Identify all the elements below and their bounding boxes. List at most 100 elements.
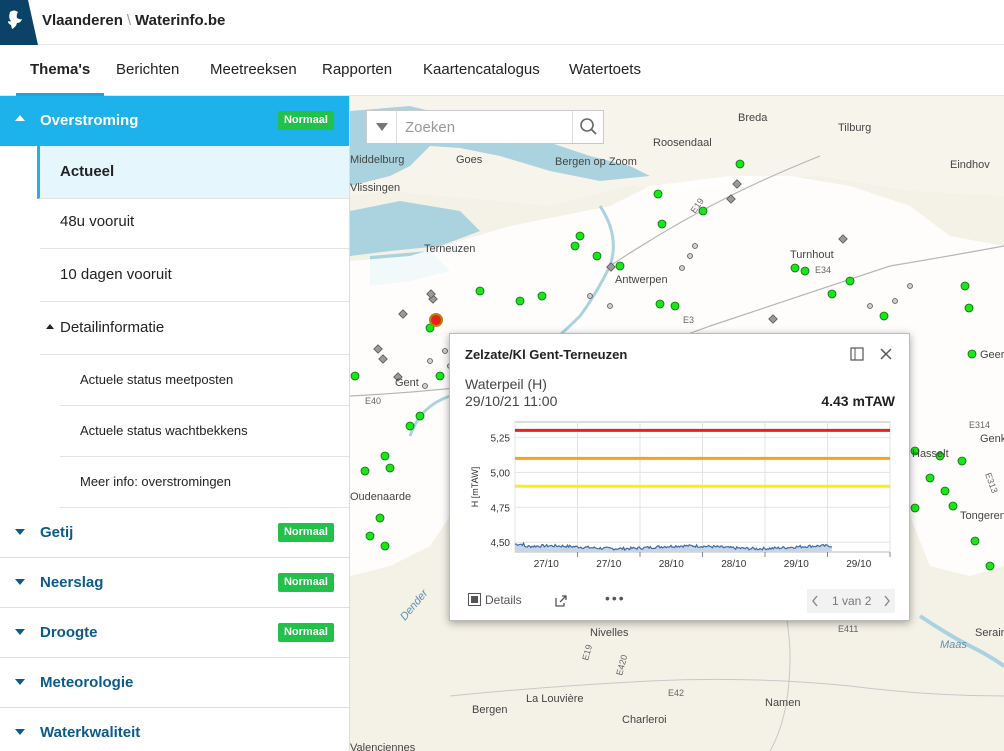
x-tick-label: 29/10 [784,559,809,570]
sidebar-item-48u-vooruit[interactable]: 48u vooruit [40,196,349,249]
tab-watertoets[interactable]: Watertoets [569,46,641,96]
x-tick-label: 29/10 [846,559,871,570]
popup-value: 4.43 mTAW [821,393,895,409]
popup-parameter: Waterpeil (H) [465,376,547,392]
status-badge: Normaal [277,523,334,542]
x-tick-label: 27/10 [596,559,621,570]
sidebar-item-status-wachtbekkens[interactable]: Actuele status wachtbekkens [60,406,349,457]
map-label-bergen-op-zoom: Bergen op Zoom [555,156,637,168]
caret-down-icon [15,629,25,635]
map-label-charleroi: Charleroi [622,714,667,726]
pager-text: 1 van 2 [832,594,872,608]
popup-footer: Details ••• 1 van 2 [465,589,895,613]
section-droogte[interactable]: Droogte Normaal [0,608,349,658]
section-label: Waterkwaliteit [40,724,141,741]
close-icon[interactable] [878,346,894,362]
road-label: E3 [683,315,694,325]
details-button[interactable]: Details [468,593,522,607]
search-button[interactable] [572,111,603,143]
road-label: E34 [815,265,831,275]
section-meteorologie[interactable]: Meteorologie [0,658,349,708]
section-getij[interactable]: Getij Normaal [0,508,349,558]
y-tick-label: 5,00 [491,468,511,479]
search-filter-dropdown[interactable] [367,111,397,143]
brand[interactable]: Vlaanderen \ Waterinfo.be [42,12,225,29]
brand-waterinfo[interactable]: Waterinfo.be [135,12,225,29]
sidebar: Overstroming Normaal Actueel 48u vooruit… [0,96,350,751]
sidebar-item-status-meetposten[interactable]: Actuele status meetposten [60,355,349,406]
popup-title: Zelzate/Kl Gent-Terneuzen [465,347,628,362]
caret-up-icon [15,115,25,121]
caret-down-icon [15,679,25,685]
pager: 1 van 2 [807,589,895,613]
status-badge: Normaal [277,623,334,642]
map-label-geer: Geer [980,349,1004,361]
road-label: E42 [668,688,684,698]
map-label-maas: Maas [940,639,967,651]
map-label-eindhoven: Eindhov [950,159,990,171]
top-bar: Vlaanderen \ Waterinfo.be [0,0,1004,45]
chevron-left-icon[interactable] [811,595,819,607]
station-popup: Zelzate/Kl Gent-Terneuzen Waterpeil (H) … [449,333,910,621]
map-label-bergen: Bergen [472,704,507,716]
map-label-vlissingen: Vlissingen [350,182,400,194]
map-label-middelburg: Middelburg [350,154,404,166]
tab-kaartencatalogus[interactable]: Kaartencatalogus [423,46,540,96]
search-box [366,110,604,144]
tab-themas[interactable]: Thema's [16,46,105,96]
sidebar-item-10-dagen-vooruit[interactable]: 10 dagen vooruit [40,249,349,302]
caret-down-icon [15,729,25,735]
x-tick-label: 28/10 [721,559,746,570]
map-label-breda: Breda [738,112,768,124]
water-level-chart[interactable]: 4,50 4,75 5,00 5,25 27/10 27/10 28/10 28/10 29/1… [460,414,900,584]
caret-up-icon [46,324,54,329]
sidebar-item-actueel[interactable]: Actueel [37,146,349,199]
map-label-valenciennes: Valenciennes [350,742,416,751]
map-label-la-louviere: La Louvière [526,693,584,705]
road-label: E40 [365,396,381,406]
section-waterkwaliteit[interactable]: Waterkwaliteit [0,708,349,751]
section-neerslag[interactable]: Neerslag Normaal [0,558,349,608]
more-icon[interactable]: ••• [605,590,626,606]
road-label: E314 [969,420,990,430]
map-label-genk: Genk [980,433,1004,445]
map-label-serain: Serain [975,627,1004,639]
brand-vlaanderen[interactable]: Vlaanderen [42,12,123,29]
maximize-icon[interactable] [850,347,864,361]
section-label: Getij [40,524,74,541]
tab-berichten[interactable]: Berichten [116,46,179,96]
road-label: E411 [838,624,858,634]
search-icon [580,118,597,135]
map-label-tongeren: Tongeren [960,510,1004,522]
section-label: Droogte [40,624,98,641]
main-nav: Thema's Berichten Meetreeksen Rapporten … [0,46,1004,96]
map-label-roosendaal: Roosendaal [653,137,712,149]
section-label: Neerslag [40,574,104,591]
map-label-namen: Namen [765,697,800,709]
section-label: Meteorologie [40,674,134,691]
search-input[interactable] [398,111,573,143]
sidebar-item-detailinformatie[interactable]: Detailinformatie [40,302,349,355]
status-badge: Normaal [277,573,334,592]
map-label-nivelles: Nivelles [590,627,629,639]
external-link-icon[interactable] [553,593,569,609]
vlaanderen-logo[interactable] [0,0,38,45]
tab-meetreeksen[interactable]: Meetreeksen [210,46,297,96]
y-tick-label: 4,50 [491,538,511,549]
y-axis-label: H [mTAW] [470,467,480,508]
caret-down-icon [15,579,25,585]
section-overstroming[interactable]: Overstroming Normaal [0,96,349,146]
popup-datetime: 29/10/21 11:00 [465,393,558,409]
details-icon [468,593,481,606]
y-tick-label: 4,75 [491,503,511,514]
sidebar-item-meer-info[interactable]: Meer info: overstromingen [60,457,349,508]
map-label-turnhout: Turnhout [790,249,834,261]
map-label-terneuzen: Terneuzen [424,243,475,255]
chevron-right-icon[interactable] [883,595,891,607]
x-tick-label: 27/10 [534,559,559,570]
section-label: Overstroming [40,112,139,129]
x-tick-label: 28/10 [659,559,684,570]
caret-down-icon [15,529,25,535]
tab-rapporten[interactable]: Rapporten [322,46,392,96]
map-label-tilburg: Tilburg [838,122,871,134]
